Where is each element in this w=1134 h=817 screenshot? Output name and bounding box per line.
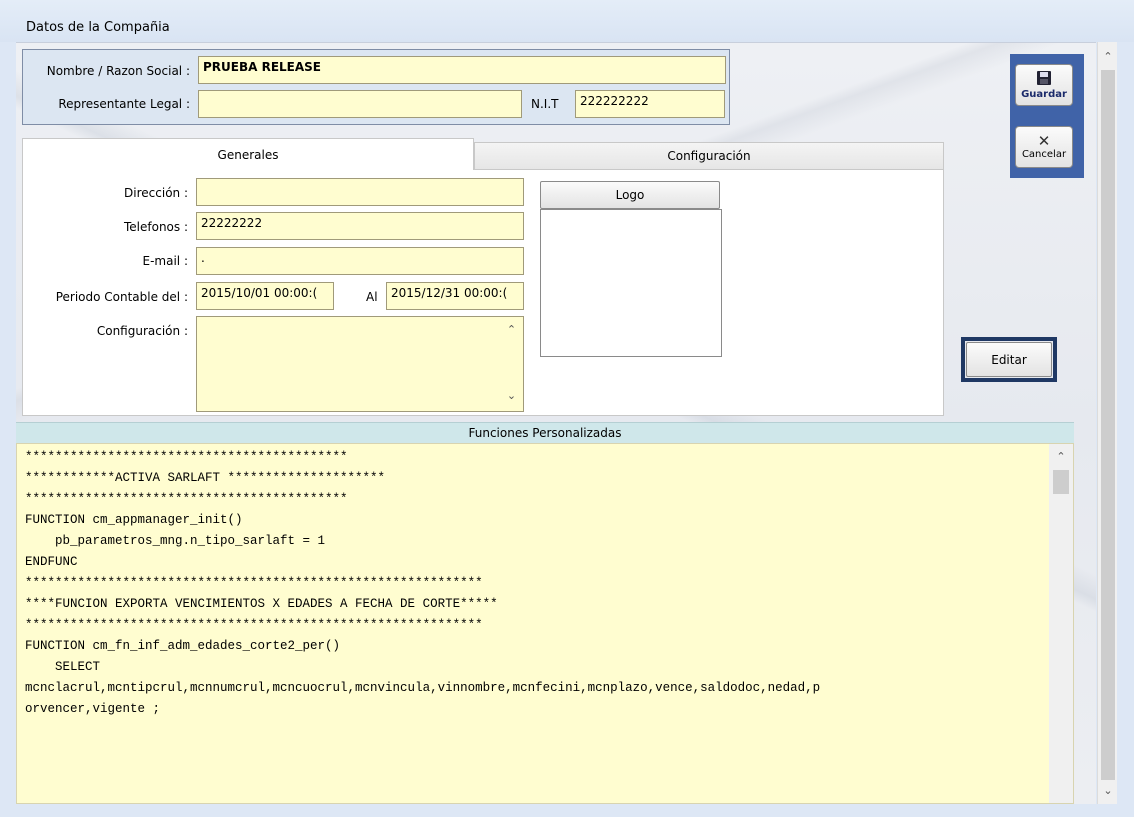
window-scrollbar[interactable]: ⌃ ⌄ [1097,42,1117,804]
logo-button-label: Logo [615,188,645,202]
code-lines: ****************************************… [21,447,1051,720]
code-line: pb_parametros_mng.n_tipo_sarlaft = 1 [25,534,326,548]
close-icon: ✕ [1037,132,1051,150]
legal-rep-label: Representante Legal : [58,97,190,111]
save-button[interactable]: Guardar [1015,64,1073,106]
funciones-header-label: Funciones Personalizadas [468,426,622,440]
window-title: Datos de la Compañia [26,20,170,35]
edit-button[interactable]: Editar [966,342,1052,377]
bottom-border [0,804,1134,817]
periodo-from-field[interactable]: 2015/10/01 00:00:( [196,282,334,310]
code-line: orvencer,vigente ; [25,702,161,716]
tab-configuracion-label: Configuración [667,149,751,163]
tab-generales[interactable]: Generales [22,138,474,170]
logo-image-box [540,209,722,357]
scroll-thumb[interactable] [1053,470,1069,494]
scroll-up-icon[interactable]: ⌃ [1098,50,1118,63]
code-line: ************ACTIVA SARLAFT *************… [25,471,386,485]
telefonos-label: Telefonos : [123,220,188,234]
code-line: ENDFUNC [25,555,78,569]
window-title-bar: Datos de la Compañia [0,0,1134,42]
periodo-al-label: Al [366,290,378,304]
periodo-to-field[interactable]: 2015/12/31 00:00:( [386,282,524,310]
cancel-button[interactable]: ✕ Cancelar [1015,126,1073,168]
code-line: FUNCTION cm_appmanager_init() [25,513,243,527]
cancel-button-label: Cancelar [1021,149,1067,160]
scroll-down-icon[interactable]: ⌄ [1098,784,1118,797]
legal-rep-field[interactable] [198,90,522,118]
email-label: E-mail : [142,254,188,268]
edit-button-label: Editar [991,352,1027,367]
company-name-field[interactable]: PRUEBA RELEASE [198,56,726,84]
code-line: ****************************************… [25,618,483,632]
code-line: ****************************************… [25,492,348,506]
config-textarea[interactable] [196,316,524,412]
floppy-disk-icon [1036,70,1052,89]
scroll-thumb[interactable] [1101,70,1115,780]
tab-configuracion[interactable]: Configuración [474,142,944,170]
code-line: FUNCTION cm_fn_inf_adm_edades_corte2_per… [25,639,341,653]
logo-button[interactable]: Logo [540,181,720,209]
nit-field[interactable]: 222222222 [575,90,725,118]
tab-generales-label: Generales [217,147,279,162]
save-button-label: Guardar [1021,89,1067,100]
code-line: mcnclacrul,mcntipcrul,mcnnumcrul,mcncuoc… [25,681,821,695]
config-scrollbar[interactable]: ⌃ ⌄ [500,317,523,411]
scroll-down-icon[interactable]: ⌄ [500,389,523,402]
code-line: ****************************************… [25,450,348,464]
nit-label: N.I.T [531,97,559,111]
company-name-label: Nombre / Razon Social : [46,64,190,78]
code-line: ****FUNCION EXPORTA VENCIMIENTOS X EDADE… [25,597,498,611]
email-field[interactable]: . [196,247,524,275]
funciones-header: Funciones Personalizadas [16,422,1074,443]
direccion-label: Dirección : [124,186,188,200]
scroll-up-icon[interactable]: ⌃ [500,323,523,336]
code-line: ****************************************… [25,576,483,590]
periodo-label: Periodo Contable del : [55,290,188,304]
telefonos-field[interactable]: 22222222 [196,212,524,240]
scroll-up-icon[interactable]: ⌃ [1049,450,1073,463]
direccion-field[interactable] [196,178,524,206]
funciones-scrollbar[interactable]: ⌃ [1049,444,1073,803]
code-line: SELECT [25,660,101,674]
funciones-editor[interactable]: ****************************************… [16,443,1074,804]
config-label: Configuración : [96,324,188,338]
